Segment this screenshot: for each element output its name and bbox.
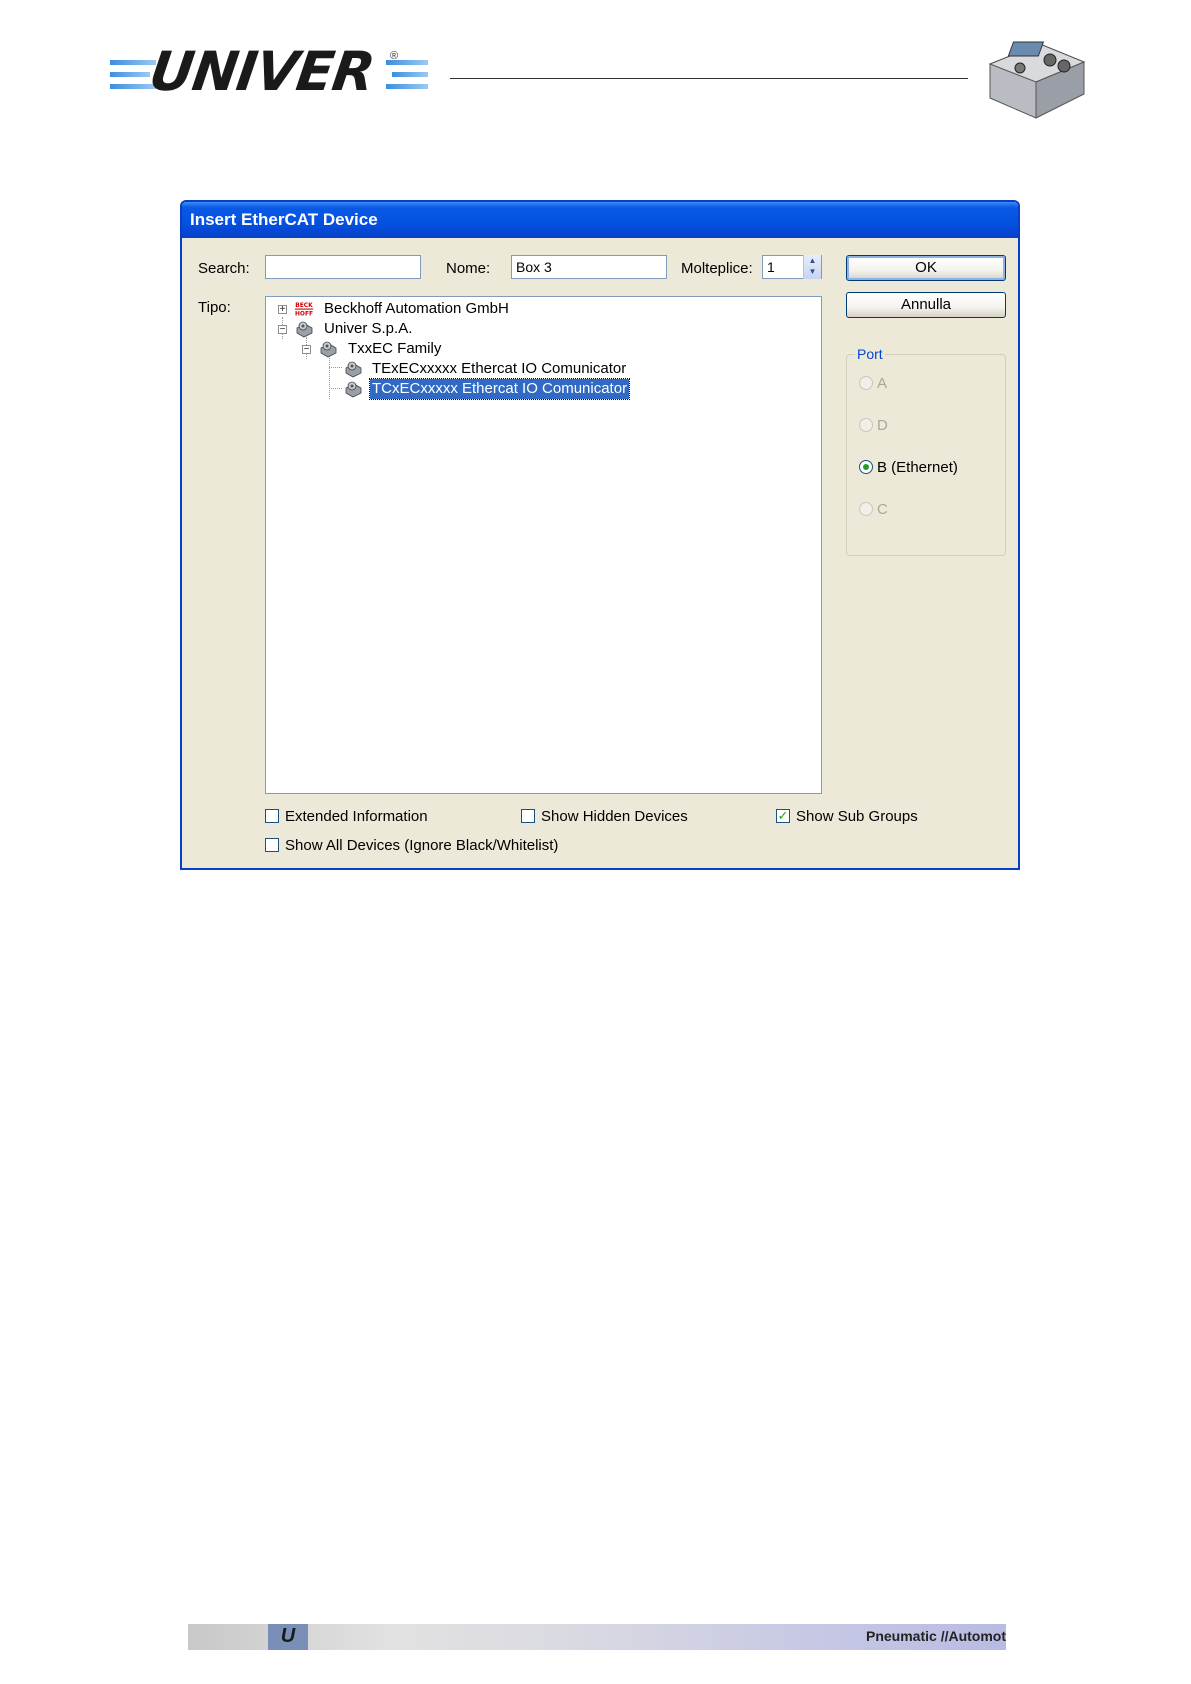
port-group-title: Port	[855, 345, 885, 363]
spin-down-icon[interactable]: ▼	[804, 266, 821, 277]
search-input[interactable]	[265, 255, 421, 279]
footer-logo: U	[268, 1624, 308, 1650]
dialog-title: Insert EtherCAT Device	[182, 202, 1018, 238]
univer-logo: UNIVER ®	[110, 40, 428, 103]
tree-node-label[interactable]: Beckhoff Automation GmbH	[322, 299, 511, 319]
multiple-spinner[interactable]: ▲ ▼	[803, 255, 821, 279]
page-footer-banner: U Pneumatic //Automoti	[188, 1624, 1006, 1650]
port-group: Port A D B (Ethernet) C	[846, 345, 1006, 556]
tree-node-univer[interactable]: − Univer S.p.A.	[266, 319, 806, 339]
collapse-icon[interactable]: −	[302, 345, 311, 355]
tree-node-texec[interactable]: TExECxxxxx Ethercat IO Comunicator	[266, 359, 806, 379]
type-label: Tipo:	[198, 299, 231, 316]
tree-node-label[interactable]: Univer S.p.A.	[322, 319, 414, 339]
tree-node-tcxec[interactable]: TCxECxxxxx Ethercat IO Comunicator	[266, 378, 806, 400]
registered-mark: ®	[390, 50, 399, 62]
checkbox-icon[interactable]	[265, 838, 279, 852]
ok-button[interactable]: OK	[846, 255, 1006, 281]
radio-checked-icon[interactable]	[859, 460, 873, 474]
beckhoff-logo-icon: BECK HOFF	[294, 300, 314, 317]
tree-node-txxec-family[interactable]: − TxxEC Family	[266, 339, 806, 359]
tree-node-label[interactable]: TxxEC Family	[346, 339, 443, 359]
checkbox-icon[interactable]	[521, 809, 535, 823]
tree-node-label[interactable]: TExECxxxxx Ethercat IO Comunicator	[370, 359, 628, 379]
device-gear-icon	[345, 361, 362, 378]
device-gear-icon	[296, 321, 313, 338]
name-label: Nome:	[446, 260, 491, 277]
spin-up-icon[interactable]: ▲	[804, 255, 821, 266]
tree-node-beckhoff[interactable]: + BECK HOFF Beckhoff Automation GmbH	[266, 299, 806, 319]
checkbox-checked-icon[interactable]: ✓	[776, 809, 790, 823]
radio-icon[interactable]	[859, 502, 873, 516]
logo-text: UNIVER	[145, 40, 378, 103]
radio-icon[interactable]	[859, 418, 873, 432]
header-rule	[450, 78, 968, 79]
svg-text:BECK: BECK	[295, 303, 313, 309]
tree-node-label-selected[interactable]: TCxECxxxxx Ethercat IO Comunicator	[368, 378, 631, 400]
radio-icon[interactable]	[859, 376, 873, 390]
svg-text:HOFF: HOFF	[295, 311, 313, 317]
multiple-label: Molteplice:	[681, 260, 753, 277]
name-input[interactable]: Box 3	[511, 255, 667, 279]
device-gear-icon	[345, 381, 362, 398]
checkbox-icon[interactable]	[265, 809, 279, 823]
io-module-image	[988, 41, 1086, 119]
device-tree[interactable]: + BECK HOFF Beckhoff Automation GmbH − U…	[265, 296, 822, 794]
search-label: Search:	[198, 260, 250, 277]
collapse-icon[interactable]: −	[278, 325, 287, 335]
insert-ethercat-device-dialog: Insert EtherCAT Device Search: Nome: Box…	[180, 200, 1020, 870]
expand-icon[interactable]: +	[278, 305, 287, 315]
footer-text: Pneumatic //Automoti	[866, 1628, 1006, 1644]
device-gear-icon	[320, 341, 337, 358]
cancel-button[interactable]: Annulla	[846, 292, 1006, 318]
